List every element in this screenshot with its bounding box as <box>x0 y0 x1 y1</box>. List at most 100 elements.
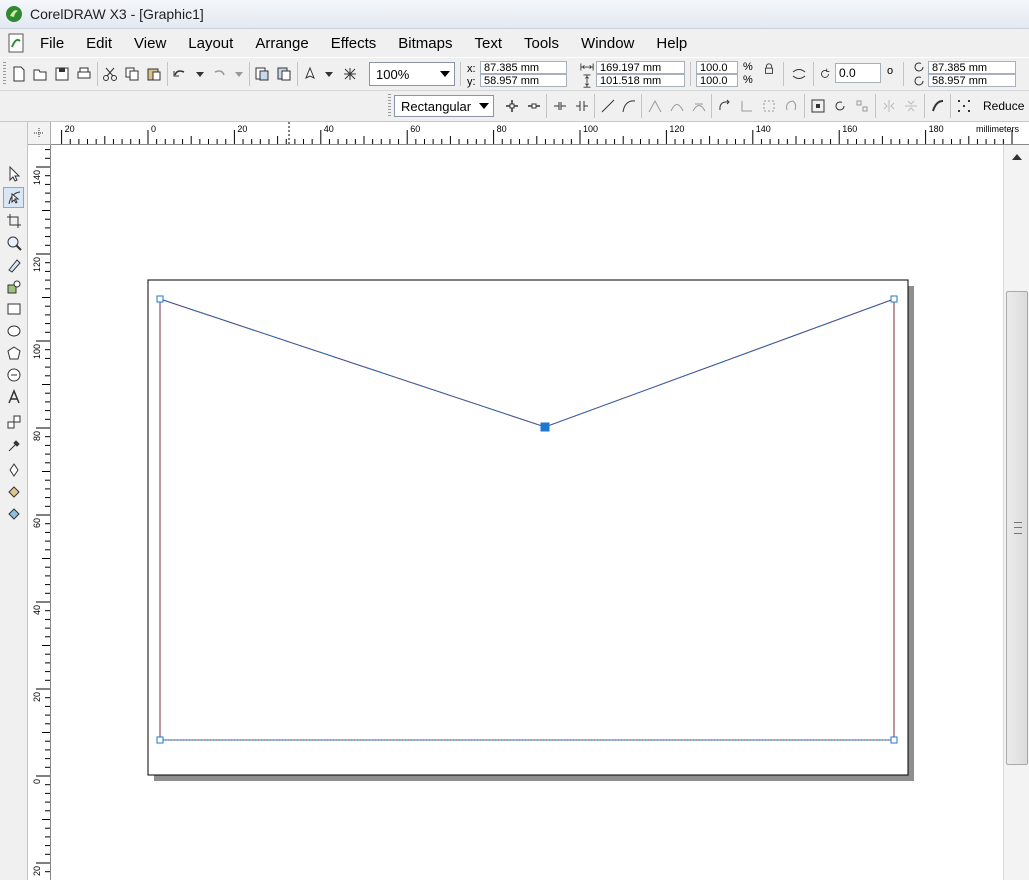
cut-icon[interactable] <box>101 65 119 83</box>
align-nodes-icon[interactable] <box>853 97 871 115</box>
auto-close-icon[interactable] <box>782 97 800 115</box>
interactive-blend-tool[interactable] <box>3 411 24 432</box>
rotate-nodes-icon[interactable] <box>831 97 849 115</box>
node-center-selected[interactable] <box>540 422 550 432</box>
rectangle-tool[interactable] <box>3 298 24 319</box>
scale-height-field[interactable]: 100.0 <box>696 74 738 87</box>
scrollbar-grip-icon <box>1014 522 1022 534</box>
polygon-tool[interactable] <box>3 342 24 363</box>
menu-edit[interactable]: Edit <box>75 35 123 52</box>
menu-window[interactable]: Window <box>570 35 645 52</box>
node-bottom-left[interactable] <box>156 736 164 744</box>
menu-bitmaps[interactable]: Bitmaps <box>387 35 463 52</box>
position-y-field[interactable]: 58.957 mm <box>480 74 567 87</box>
scroll-up-icon[interactable] <box>1012 154 1022 160</box>
vertical-ruler[interactable]: 140 120 100 80 60 40 20 0 20 <box>28 145 51 880</box>
rotate-icon <box>818 65 832 83</box>
freehand-tool[interactable] <box>3 254 24 275</box>
menu-file[interactable]: File <box>32 35 75 52</box>
elastic-mode-icon[interactable] <box>929 97 947 115</box>
redo-dropdown-icon[interactable] <box>230 65 248 83</box>
extend-curve-icon[interactable] <box>738 97 756 115</box>
eyedropper-tool[interactable] <box>3 435 24 456</box>
menu-help[interactable]: Help <box>645 35 698 52</box>
lock-ratio-icon[interactable] <box>762 62 776 76</box>
menu-effects[interactable]: Effects <box>320 35 388 52</box>
export-icon[interactable] <box>275 65 293 83</box>
vertical-scrollbar[interactable] <box>1003 145 1029 880</box>
ruler-label: 0 <box>32 779 42 784</box>
redo-icon[interactable] <box>210 65 228 83</box>
node-top-left[interactable] <box>156 295 164 303</box>
page-border <box>147 279 909 776</box>
open-icon[interactable] <box>31 65 49 83</box>
print-icon[interactable] <box>75 65 93 83</box>
text-tool[interactable] <box>3 386 24 407</box>
welcome-screen-icon[interactable] <box>341 65 359 83</box>
scale-width-field[interactable]: 100.0 <box>696 61 738 74</box>
paste-icon[interactable] <box>145 65 163 83</box>
smooth-node-icon[interactable] <box>668 97 686 115</box>
undo-icon[interactable] <box>171 65 189 83</box>
mirror-icon[interactable] <box>790 65 808 83</box>
launcher-dropdown-icon[interactable] <box>320 65 338 83</box>
delete-node-icon[interactable] <box>525 97 543 115</box>
zoom-level-value: 100% <box>376 66 410 82</box>
ellipse-tool[interactable] <box>3 320 24 341</box>
object-width-field[interactable]: 169.197 mm <box>596 61 685 74</box>
crop-tool[interactable] <box>3 210 24 231</box>
drawing-canvas[interactable] <box>51 145 1003 880</box>
import-icon[interactable] <box>253 65 271 83</box>
extract-subpath-icon[interactable] <box>760 97 778 115</box>
application-launcher-icon[interactable] <box>301 65 319 83</box>
node-bottom-right[interactable] <box>890 736 898 744</box>
cusp-node-icon[interactable] <box>646 97 664 115</box>
copy-icon[interactable] <box>123 65 141 83</box>
ruler-label: 60 <box>32 518 42 528</box>
scrollbar-thumb[interactable] <box>1006 291 1028 765</box>
convert-to-line-icon[interactable] <box>599 97 617 115</box>
menu-tools[interactable]: Tools <box>513 35 570 52</box>
horizontal-ruler-ticks: 20 0 20 40 60 80 100 120 140 160 180 <box>61 122 1013 144</box>
undo-dropdown-icon[interactable] <box>191 65 209 83</box>
stretch-nodes-icon[interactable] <box>809 97 827 115</box>
position-x-field[interactable]: 87.385 mm <box>480 61 567 74</box>
shape-tool[interactable] <box>3 187 24 208</box>
new-icon[interactable] <box>10 65 28 83</box>
basic-shapes-tool[interactable] <box>3 364 24 385</box>
fill-tool[interactable] <box>3 481 24 502</box>
menu-text[interactable]: Text <box>463 35 513 52</box>
outline-tool[interactable] <box>3 459 24 480</box>
toolbar-grip[interactable] <box>3 62 6 86</box>
reflect-nodes-v-icon[interactable] <box>902 97 920 115</box>
menu-layout[interactable]: Layout <box>177 35 244 52</box>
reflect-nodes-h-icon[interactable] <box>880 97 898 115</box>
ruler-origin[interactable] <box>28 122 51 145</box>
interactive-fill-tool[interactable] <box>3 503 24 524</box>
rotation-center-y-field[interactable]: 58.957 mm <box>928 74 1016 87</box>
select-all-nodes-icon[interactable] <box>955 97 973 115</box>
node-top-right[interactable] <box>890 295 898 303</box>
save-icon[interactable] <box>53 65 71 83</box>
smart-fill-tool[interactable] <box>3 276 24 297</box>
convert-to-curve-icon[interactable] <box>620 97 638 115</box>
zoom-tool[interactable] <box>3 232 24 253</box>
rotation-center-x-field[interactable]: 87.385 mm <box>928 61 1016 74</box>
object-height-field[interactable]: 101.518 mm <box>596 74 685 87</box>
rotation-angle-field[interactable]: 0.0 <box>835 63 881 83</box>
menu-arrange[interactable]: Arrange <box>244 35 319 52</box>
property-bar-grip[interactable] <box>388 94 391 118</box>
menu-view[interactable]: View <box>123 35 177 52</box>
ruler-label: 100 <box>583 124 598 134</box>
join-nodes-icon[interactable] <box>551 97 569 115</box>
reverse-direction-icon[interactable] <box>716 97 734 115</box>
break-curve-icon[interactable] <box>573 97 591 115</box>
pick-tool[interactable] <box>3 163 24 184</box>
curve-mode-combo[interactable]: Rectangular <box>394 95 494 117</box>
symmetrical-node-icon[interactable] <box>690 97 708 115</box>
zoom-level-combo[interactable]: 100% <box>369 62 455 86</box>
reduce-nodes-button[interactable]: Reduce <box>983 99 1024 113</box>
add-node-icon[interactable] <box>503 97 521 115</box>
horizontal-ruler[interactable]: 20 0 20 40 60 80 100 120 140 160 180 millimeters <box>51 122 1029 145</box>
degree-label: o <box>887 65 894 77</box>
